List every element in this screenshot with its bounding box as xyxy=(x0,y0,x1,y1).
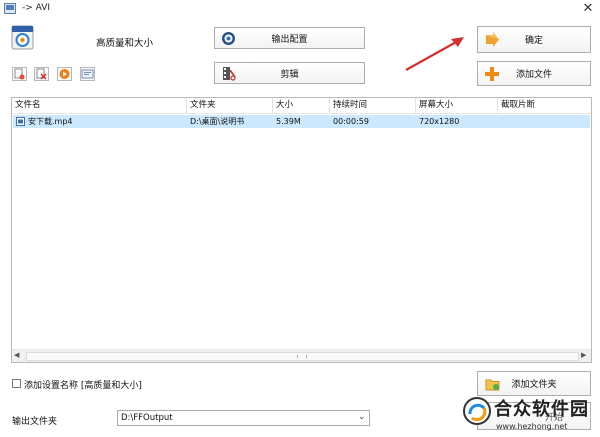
scroll-left-icon[interactable]: ◀ xyxy=(14,351,19,359)
annotation-arrow xyxy=(405,37,464,71)
add-folder-button[interactable]: 添加文件夹 xyxy=(477,371,591,396)
column-header-clip[interactable]: 截取片断 xyxy=(498,98,591,113)
column-header-screen-size[interactable]: 屏幕大小 xyxy=(416,98,498,113)
close-button[interactable]: ✕ xyxy=(580,1,596,16)
add-folder-label: 添加文件夹 xyxy=(511,380,557,390)
column-header-filename[interactable]: 文件名 xyxy=(12,98,187,113)
cell-filename: 安下载.mp4 xyxy=(28,117,73,126)
header-divider xyxy=(12,113,591,114)
clip-label: 剪辑 xyxy=(280,69,299,80)
output-folder-select[interactable]: D:\FFOutput ⌄ xyxy=(117,410,370,426)
confirm-button[interactable]: 确定 xyxy=(477,26,591,53)
column-header-folder[interactable]: 文件夹 xyxy=(187,98,273,113)
output-folder-value: D:\FFOutput xyxy=(121,413,173,423)
video-file-icon xyxy=(16,117,25,126)
watermark-text: 合众软件园 xyxy=(494,399,589,420)
output-folder-label: 输出文件夹 xyxy=(12,417,58,427)
remove-task-icon xyxy=(36,68,47,80)
scrollbar-grip xyxy=(297,355,307,358)
avi-format-icon xyxy=(11,25,34,50)
add-task-button[interactable] xyxy=(12,67,27,81)
remove-task-button[interactable] xyxy=(34,67,49,81)
title-bar: -> AVI ✕ xyxy=(0,0,600,18)
watermark-url: www.hezhong.net xyxy=(496,422,568,431)
add-setting-name-label: 添加设置名称 [高质量和大小] xyxy=(24,381,142,391)
app-icon xyxy=(4,3,16,14)
column-header-size[interactable]: 大小 xyxy=(273,98,330,113)
cell-duration: 00:00:59 xyxy=(333,117,369,126)
add-task-icon xyxy=(14,68,25,80)
media-info-icon xyxy=(81,69,94,79)
add-file-button[interactable]: 添加文件 xyxy=(477,61,591,86)
play-icon xyxy=(59,69,70,79)
scrollbar-thumb[interactable] xyxy=(26,352,579,361)
cell-folder: D:\桌面\说明书 xyxy=(190,117,245,126)
horizontal-scrollbar[interactable]: ◀ ▶ xyxy=(12,349,591,362)
cell-size: 5.39M xyxy=(276,117,301,126)
confirm-label: 确定 xyxy=(524,36,543,46)
output-config-button[interactable]: 输出配置 xyxy=(214,27,365,49)
play-button[interactable] xyxy=(57,67,72,81)
clip-button[interactable]: 剪辑 xyxy=(214,62,365,84)
profile-label: 高质量和大小 xyxy=(96,38,154,49)
file-list[interactable]: 文件名 文件夹 大小 持续时间 屏幕大小 截取片断 安下载.mp4 D:\桌面\… xyxy=(11,97,592,363)
scroll-right-icon[interactable]: ▶ xyxy=(581,351,586,359)
window-title: -> AVI xyxy=(22,3,51,13)
media-info-button[interactable] xyxy=(80,67,95,81)
add-file-label: 添加文件 xyxy=(515,70,552,80)
watermark-logo-icon xyxy=(463,397,491,425)
column-header-duration[interactable]: 持续时间 xyxy=(330,98,416,113)
chevron-down-icon[interactable]: ⌄ xyxy=(358,412,366,422)
cell-screen-size: 720x1280 xyxy=(419,117,460,126)
output-config-label: 输出配置 xyxy=(271,34,308,45)
add-setting-name-checkbox[interactable] xyxy=(12,379,21,388)
table-row[interactable]: 安下载.mp4 D:\桌面\说明书 5.39M 00:00:59 720x128… xyxy=(13,115,590,128)
site-watermark: 合众软件园 www.hezhong.net xyxy=(462,394,600,437)
